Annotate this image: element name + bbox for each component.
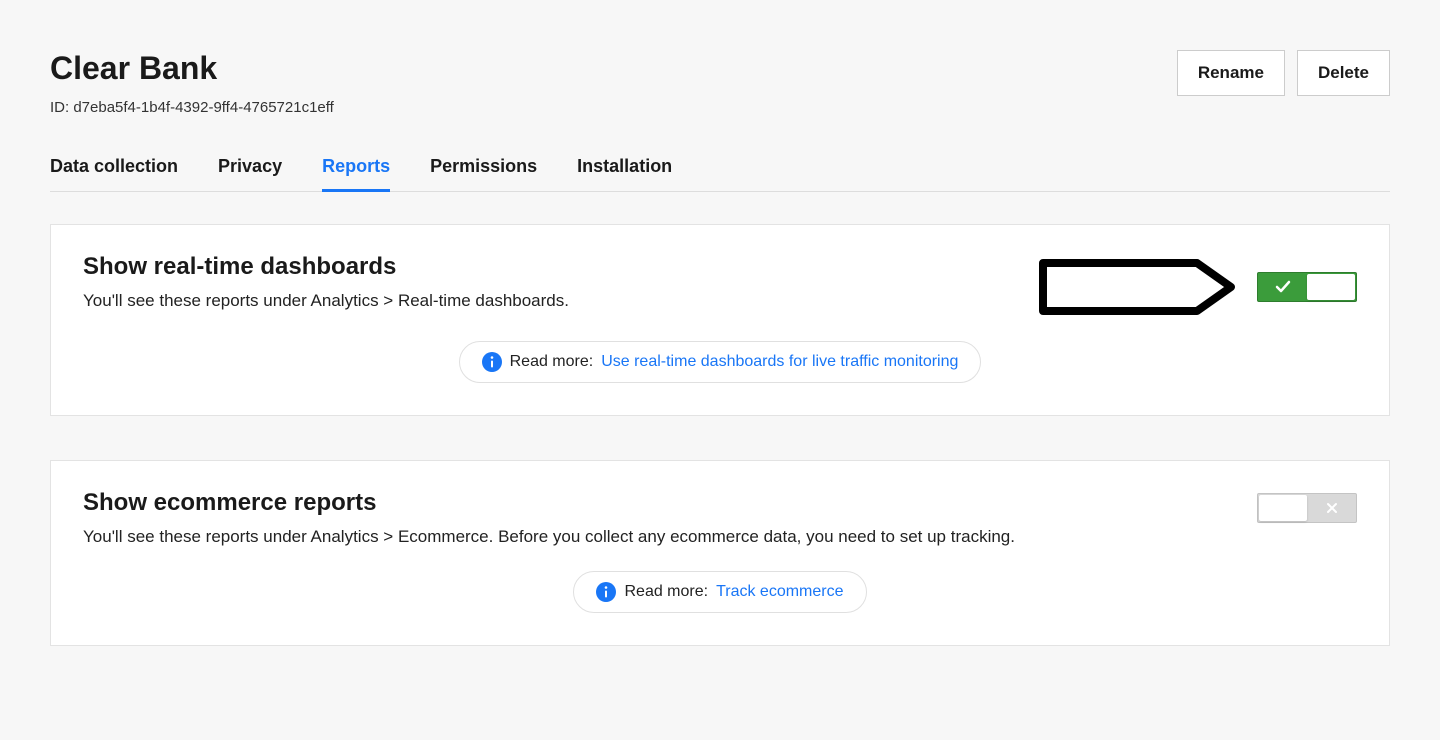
info-icon	[482, 352, 502, 372]
delete-button[interactable]: Delete	[1297, 50, 1390, 96]
read-more-prefix: Read more:	[624, 583, 708, 601]
card-description: You'll see these reports under Analytics…	[83, 291, 569, 311]
page-title: Clear Bank	[50, 50, 334, 87]
arrow-annotation-icon	[1037, 257, 1237, 317]
card-description: You'll see these reports under Analytics…	[83, 527, 1015, 547]
tab-privacy[interactable]: Privacy	[218, 156, 282, 191]
card-ecommerce-reports: Show ecommerce reports You'll see these …	[50, 460, 1390, 646]
read-more-pill: Read more: Use real-time dashboards for …	[459, 341, 982, 383]
check-icon	[1258, 273, 1307, 301]
card-text: Show real-time dashboards You'll see the…	[83, 253, 569, 311]
tab-installation[interactable]: Installation	[577, 156, 672, 191]
close-icon	[1307, 494, 1356, 522]
toggle-realtime-dashboards[interactable]	[1257, 272, 1357, 302]
read-more-row: Read more: Track ecommerce	[83, 571, 1357, 613]
read-more-link[interactable]: Use real-time dashboards for live traffi…	[601, 353, 958, 371]
card-controls	[1037, 253, 1357, 317]
card-title: Show real-time dashboards	[83, 253, 569, 281]
read-more-pill: Read more: Track ecommerce	[573, 571, 866, 613]
title-block: Clear Bank ID: d7eba5f4-1b4f-4392-9ff4-4…	[50, 50, 334, 116]
toggle-ecommerce-reports[interactable]	[1257, 493, 1357, 523]
card-header: Show real-time dashboards You'll see the…	[83, 253, 1357, 317]
tab-permissions[interactable]: Permissions	[430, 156, 537, 191]
page-header: Clear Bank ID: d7eba5f4-1b4f-4392-9ff4-4…	[50, 50, 1390, 116]
card-controls	[1257, 489, 1357, 523]
read-more-row: Read more: Use real-time dashboards for …	[83, 341, 1357, 383]
toggle-knob	[1307, 274, 1355, 300]
info-icon	[596, 582, 616, 602]
tab-data-collection[interactable]: Data collection	[50, 156, 178, 191]
site-id-label: ID: d7eba5f4-1b4f-4392-9ff4-4765721c1eff	[50, 99, 334, 116]
card-text: Show ecommerce reports You'll see these …	[83, 489, 1015, 547]
card-title: Show ecommerce reports	[83, 489, 1015, 517]
tab-reports[interactable]: Reports	[322, 156, 390, 191]
read-more-prefix: Read more:	[510, 353, 594, 371]
card-header: Show ecommerce reports You'll see these …	[83, 489, 1357, 547]
rename-button[interactable]: Rename	[1177, 50, 1285, 96]
toggle-knob	[1259, 495, 1307, 521]
tabs: Data collection Privacy Reports Permissi…	[50, 156, 1390, 192]
card-realtime-dashboards: Show real-time dashboards You'll see the…	[50, 224, 1390, 416]
header-actions: Rename Delete	[1177, 50, 1390, 96]
read-more-link[interactable]: Track ecommerce	[716, 583, 843, 601]
